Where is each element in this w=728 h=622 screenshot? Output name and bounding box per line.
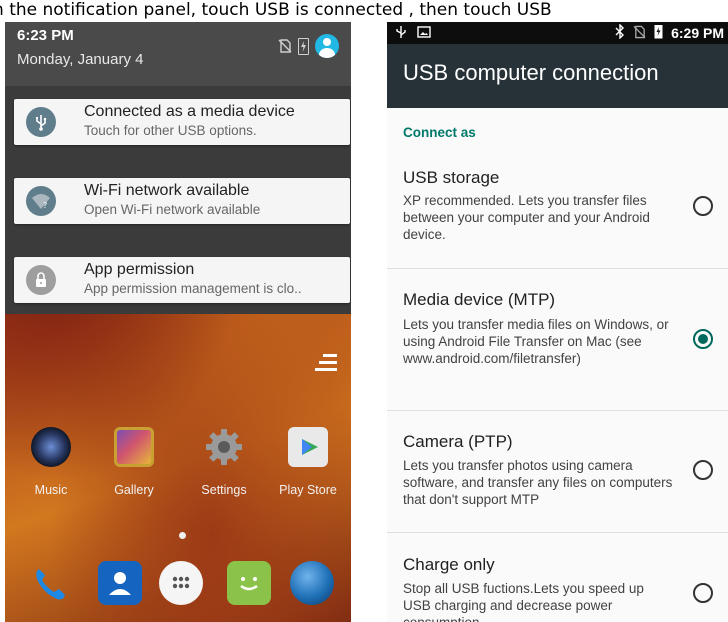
notification-usb[interactable]: Connected as a media device Touch for ot… [14, 99, 350, 145]
option-title: Charge only [403, 555, 495, 574]
radio-usb-storage[interactable] [693, 196, 713, 216]
notification-wifi[interactable]: ? Wi-Fi network available Open Wi-Fi net… [14, 178, 350, 224]
option-usb-storage[interactable]: USB storage XP recommended. Lets you tra… [387, 144, 728, 269]
browser-icon[interactable] [290, 561, 334, 605]
page-indicator [179, 532, 186, 539]
battery-charging-icon [298, 37, 309, 55]
left-phone-screen: 6:23 PM Monday, January 4 Connected as a… [5, 22, 351, 622]
option-title: Camera (PTP) [403, 432, 513, 451]
status-right: 6:29 PM [615, 23, 724, 42]
battery-charging-icon [654, 24, 663, 42]
app-gallery[interactable]: Gallery [102, 427, 166, 497]
messaging-icon[interactable] [227, 561, 271, 605]
usb-status-icon [395, 24, 407, 43]
notification-text: App permission management is clo.. [84, 281, 302, 296]
app-label: Play Store [279, 483, 337, 497]
page-title: USB computer connection [403, 60, 659, 85]
shade-header: 6:23 PM Monday, January 4 [5, 22, 351, 86]
contacts-icon[interactable] [98, 561, 142, 605]
notification-title: Wi-Fi network available [84, 182, 250, 199]
option-description: Lets you transfer media files on Windows… [403, 317, 669, 366]
notification-text: Open Wi-Fi network available [84, 202, 261, 217]
radio-camera-ptp[interactable] [693, 460, 713, 480]
option-description: Stop all USB fuctions.Lets you speed up … [403, 581, 644, 622]
shade-time: 6:23 PM [17, 27, 74, 44]
app-play-store[interactable]: Play Store [276, 427, 340, 497]
notification-title: Connected as a media device [84, 103, 295, 120]
lock-icon [26, 265, 56, 295]
option-description: XP recommended. Lets you transfer files … [403, 193, 650, 242]
notification-title: App permission [84, 261, 195, 278]
app-label: Music [34, 483, 68, 497]
app-drawer-icon[interactable] [159, 561, 203, 605]
phone-icon[interactable] [29, 561, 73, 605]
app-label: Gallery [114, 483, 154, 497]
music-icon [31, 427, 71, 467]
bluetooth-icon [615, 23, 625, 42]
drag-handle-icon[interactable] [315, 352, 337, 374]
user-avatar-icon[interactable] [315, 34, 339, 58]
app-music[interactable]: Music [19, 427, 83, 497]
wifi-icon: ? [26, 186, 56, 216]
shade-status-icons [278, 34, 339, 58]
status-time: 6:29 PM [671, 25, 724, 41]
option-title: USB storage [403, 168, 500, 187]
radio-charge-only[interactable] [693, 583, 713, 603]
option-media-device[interactable]: Media device (MTP) Lets you transfer med… [387, 269, 728, 411]
radio-media-device[interactable] [693, 329, 713, 349]
status-bar: 6:29 PM [387, 22, 728, 44]
option-camera-ptp[interactable]: Camera (PTP) Lets you transfer photos us… [387, 411, 728, 533]
option-title: Media device (MTP) [403, 290, 556, 309]
right-phone-screen: 6:29 PM USB computer connection Connect … [387, 22, 728, 622]
gallery-icon [114, 427, 154, 467]
option-charge-only[interactable]: Charge only Stop all USB fuctions.Lets y… [387, 533, 728, 622]
usb-icon [26, 107, 56, 137]
app-settings[interactable]: Settings [192, 427, 256, 497]
play-store-icon [288, 427, 328, 467]
no-sim-icon [278, 39, 292, 53]
notification-app-permission[interactable]: App permission App permission management… [14, 257, 350, 303]
notification-shade: 6:23 PM Monday, January 4 Connected as a… [5, 22, 351, 314]
app-label: Settings [201, 483, 247, 497]
image-status-icon [417, 25, 431, 42]
option-description: Lets you transfer photos using camera so… [403, 458, 673, 507]
no-sim-icon [633, 25, 646, 42]
notification-text: Touch for other USB options. [84, 123, 257, 138]
section-header-connect-as: Connect as [403, 125, 476, 140]
caption-text: In the notification panel, touch USB is … [0, 0, 552, 20]
settings-icon [204, 427, 244, 467]
svg-text:?: ? [43, 201, 47, 210]
shade-date: Monday, January 4 [17, 51, 144, 68]
status-left [395, 24, 431, 43]
app-bar: USB computer connection [387, 44, 728, 108]
caption: In the notification panel, touch USB is … [0, 0, 728, 22]
